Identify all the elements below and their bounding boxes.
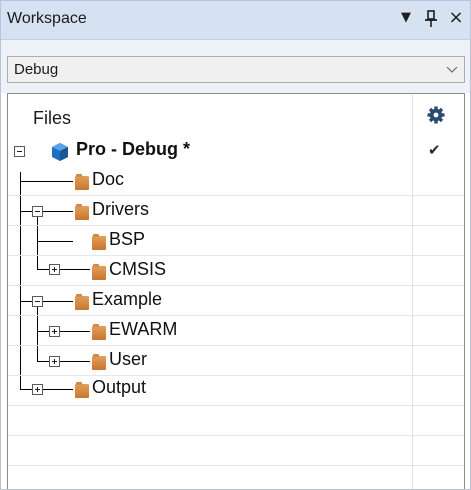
folder-icon (75, 294, 89, 310)
expand-toggle[interactable] (49, 326, 60, 337)
folder-icon (92, 234, 106, 250)
folder-icon (75, 174, 89, 190)
project-icon (52, 143, 68, 161)
node-label-user: User (109, 349, 148, 369)
node-label-example: Example (92, 289, 163, 309)
tree-line (43, 389, 73, 390)
pin-icon[interactable] (421, 8, 441, 30)
collapse-toggle[interactable] (32, 296, 43, 307)
file-tree-panel[interactable]: Files Pro - Debug * ✔ Doc Drivers BSP CM… (7, 93, 465, 489)
tree-line (60, 269, 90, 270)
tree-line (43, 211, 73, 212)
close-icon[interactable]: × (446, 8, 466, 30)
tree-row-drivers[interactable]: Drivers (8, 196, 464, 226)
folder-icon (75, 382, 89, 398)
window-title: Workspace (7, 10, 87, 27)
chevron-down-icon[interactable] (446, 59, 458, 83)
expand-toggle[interactable] (49, 264, 60, 275)
window-dropdown-icon[interactable]: ▼ (396, 8, 416, 30)
collapse-toggle[interactable] (14, 146, 25, 157)
folder-icon (92, 354, 106, 370)
tree-row-bsp[interactable]: BSP (8, 226, 464, 256)
checkmark-icon[interactable]: ✔ (428, 141, 441, 159)
folder-icon (92, 264, 106, 280)
tree-header: Files (8, 94, 464, 136)
expand-toggle[interactable] (32, 384, 43, 395)
project-label: Pro - Debug * (76, 139, 191, 159)
tree-line (60, 361, 90, 362)
configuration-value: Debug (14, 61, 59, 78)
expand-toggle[interactable] (49, 356, 60, 367)
tree-row-doc[interactable]: Doc (8, 166, 464, 196)
node-label-doc: Doc (92, 169, 125, 189)
tree-row-cmsis[interactable]: CMSIS (8, 256, 464, 286)
folder-icon (75, 204, 89, 220)
collapse-toggle[interactable] (32, 206, 43, 217)
workspace-window: Workspace ▼ × Debug Files Pro - Debug * … (0, 0, 471, 490)
node-label-bsp: BSP (109, 229, 146, 249)
configuration-dropdown[interactable]: Debug (7, 56, 465, 83)
tree-row-project[interactable]: Pro - Debug * ✔ (8, 136, 464, 166)
node-label-cmsis: CMSIS (109, 259, 167, 279)
node-label-output: Output (92, 377, 147, 397)
tree-row-output[interactable]: Output (8, 376, 464, 406)
gear-icon[interactable] (426, 105, 446, 125)
tree-row-user[interactable]: User (8, 346, 464, 376)
empty-row (8, 406, 464, 436)
title-bar: Workspace ▼ × (1, 1, 470, 40)
node-label-drivers: Drivers (92, 199, 149, 219)
tree-line (43, 301, 73, 302)
tree-row-ewarm[interactable]: EWARM (8, 316, 464, 346)
tree-line (60, 331, 90, 332)
files-column-header: Files (33, 108, 72, 128)
empty-row (8, 436, 464, 466)
empty-row (8, 466, 464, 489)
node-label-ewarm: EWARM (109, 319, 178, 339)
tree-row-example[interactable]: Example (8, 286, 464, 316)
folder-icon (92, 324, 106, 340)
